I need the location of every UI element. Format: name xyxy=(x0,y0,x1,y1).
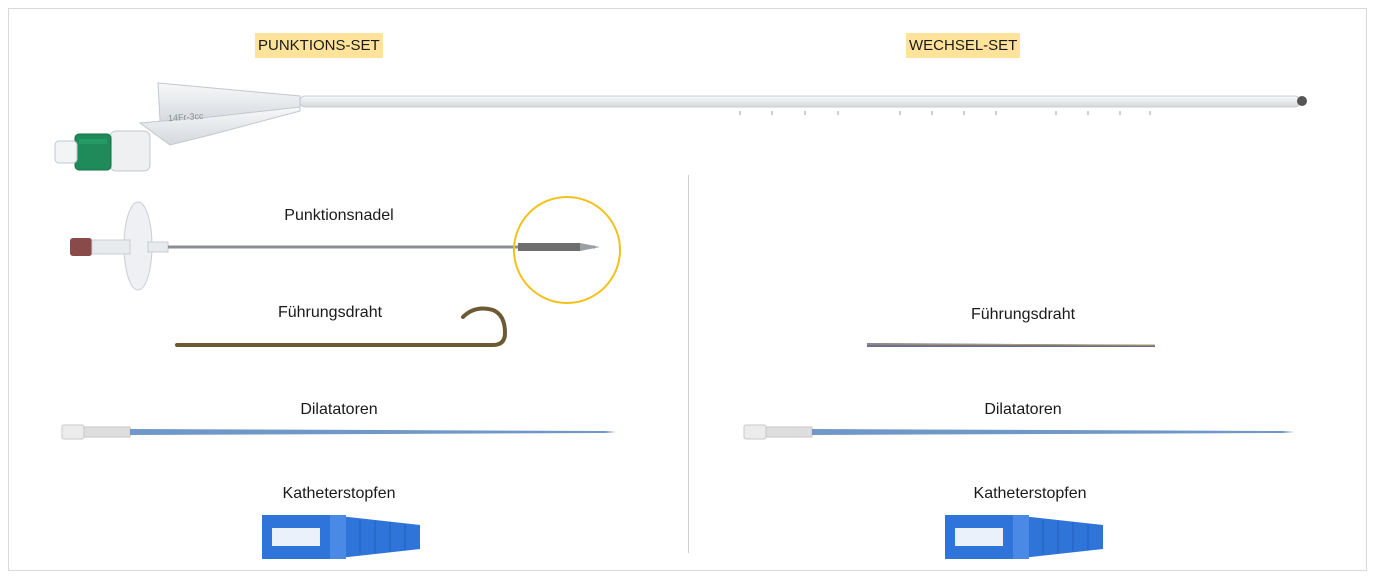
header-punktions-set: PUNKTIONS-SET xyxy=(255,33,383,58)
balloon-catheter-image xyxy=(54,82,1307,172)
plug-label-right: Katheterstopfen xyxy=(973,485,1087,502)
plug-label-left: Katheterstopfen xyxy=(282,485,396,502)
catheter-plug-image-right xyxy=(945,515,1103,559)
dilator-image-right xyxy=(743,424,1294,440)
dilator-image-left xyxy=(61,424,616,440)
dilator-label-right: Dilatatoren xyxy=(984,401,1062,418)
guidewire-label-right: Führungsdraht xyxy=(970,306,1076,323)
hooked-guidewire-image xyxy=(175,306,508,347)
needle-tip-callout-circle xyxy=(513,196,621,304)
catheter-plug-image-left xyxy=(262,515,420,559)
header-wechsel-set: WECHSEL-SET xyxy=(906,33,1021,58)
straight-guidewire-image xyxy=(866,343,1156,347)
set-divider xyxy=(688,175,689,553)
dilator-label-left: Dilatatoren xyxy=(300,401,378,418)
